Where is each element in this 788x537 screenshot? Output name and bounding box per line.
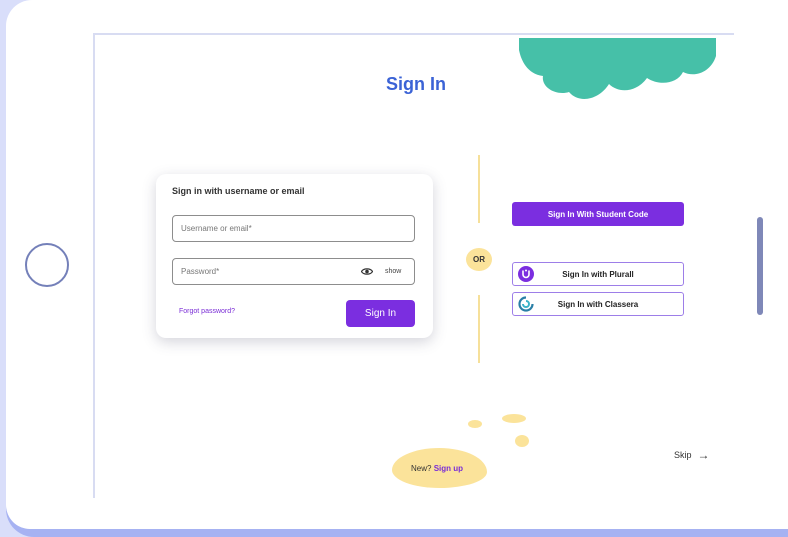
signup-link[interactable]: Sign up [434,464,463,473]
skip-button[interactable]: Skip → [674,448,710,462]
decorative-dot [468,420,482,428]
username-input[interactable] [181,216,351,241]
home-button[interactable] [25,243,69,287]
login-card-heading: Sign in with username or email [172,186,305,196]
divider-line-top [478,155,480,223]
classera-signin-label: Sign In with Classera [557,300,639,309]
password-field[interactable]: show [172,258,415,285]
eye-icon[interactable] [361,267,373,276]
arrow-right-icon: → [697,448,710,462]
scrollbar[interactable] [757,217,763,315]
sign-in-button[interactable]: Sign In [346,300,415,327]
divider-line-bottom [478,295,480,363]
decorative-dot [502,414,526,423]
student-code-button[interactable]: Sign In With Student Code [512,202,684,226]
page-title: Sign In [386,74,446,94]
show-password-link[interactable]: show [385,268,401,275]
plurall-signin-label: Sign In with Plurall [562,270,634,279]
forgot-password-link[interactable]: Forgot password? [179,308,235,315]
signup-prompt: New? Sign up [411,464,463,473]
frame-line-left [93,33,95,498]
signup-prefix: New? [411,464,432,473]
screen: Sign In Sign in with username or email s… [6,0,788,529]
decorative-green-blob [519,38,716,99]
or-badge: OR [466,248,492,271]
username-field[interactable] [172,215,415,242]
plurall-signin-button[interactable]: Sign In with Plurall [512,262,684,286]
classera-signin-button[interactable]: Sign In with Classera [512,292,684,316]
password-input[interactable] [181,259,351,284]
frame-line-top [93,33,734,35]
skip-label: Skip [674,450,692,460]
login-card: Sign in with username or email show Forg… [156,174,433,338]
decorative-dot [515,435,529,447]
